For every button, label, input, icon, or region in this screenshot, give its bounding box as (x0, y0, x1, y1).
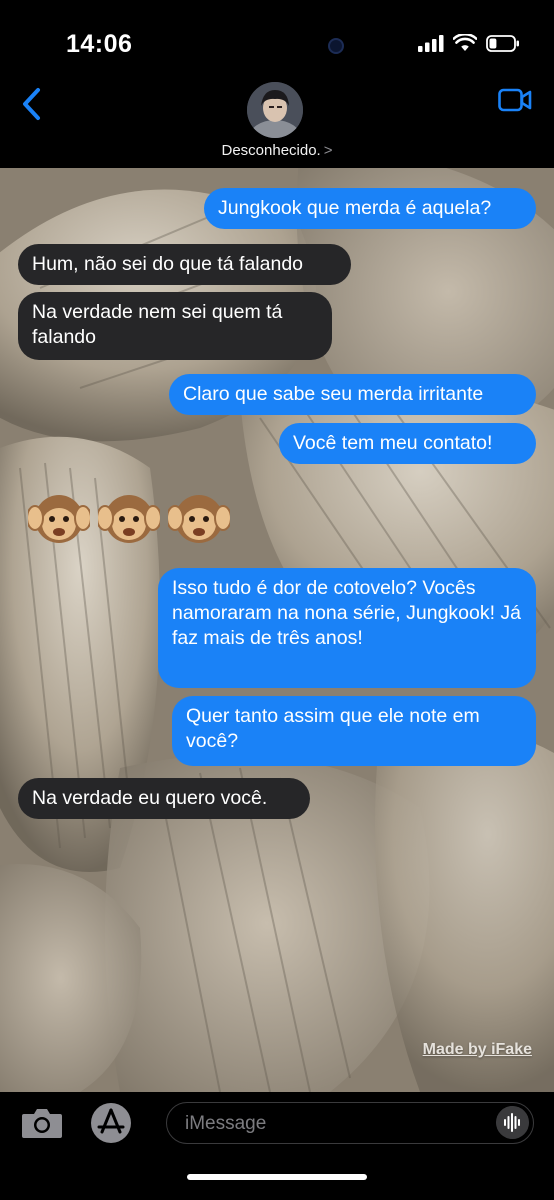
watermark: Made by iFake (422, 1041, 532, 1058)
hear-no-evil-monkey-icon (168, 495, 230, 543)
chevron-right-icon: > (323, 142, 333, 159)
camera-icon[interactable] (20, 1106, 64, 1140)
status-icons (418, 34, 520, 52)
wifi-icon (453, 34, 477, 51)
message-bubble-sent[interactable]: Quer tanto assim que ele note em você? (172, 696, 536, 766)
message-bubble-sent[interactable]: Claro que sabe seu merda irritante (169, 374, 536, 415)
hear-no-evil-monkey-icon (98, 495, 160, 543)
status-time: 14:06 (66, 30, 133, 58)
message-bubble-received[interactable]: Na verdade eu quero você. (18, 778, 310, 819)
home-indicator[interactable] (187, 1174, 367, 1180)
cellular-signal-icon (418, 34, 444, 52)
avatar-photo (247, 82, 303, 138)
message-input-field[interactable] (166, 1102, 534, 1144)
contact-name: Desconhecido. (221, 142, 321, 159)
message-bubble-sent[interactable]: Você tem meu contato! (279, 423, 536, 464)
contact-name-button[interactable]: Desconhecido. > (0, 142, 554, 159)
message-bubble-sent[interactable]: Jungkook que merda é aquela? (204, 188, 536, 229)
messages-screen: 14:06 Desconhecido. > Jungkook que merda… (0, 0, 554, 1200)
battery-icon (486, 34, 519, 52)
back-button[interactable] (18, 86, 48, 122)
message-emoji-received[interactable] (28, 486, 230, 546)
privacy-indicator-icon (328, 38, 344, 54)
avatar[interactable] (247, 82, 303, 138)
message-bubble-received[interactable]: Na verdade nem sei quem tá falando (18, 292, 332, 360)
message-bubble-sent[interactable]: Isso tudo é dor de cotovelo? Vocês namor… (158, 568, 536, 688)
status-bar: 14:06 (0, 0, 554, 80)
video-call-button[interactable] (498, 88, 532, 112)
hear-no-evil-monkey-icon (28, 495, 90, 543)
message-input[interactable] (183, 1103, 487, 1144)
message-thread[interactable]: Jungkook que merda é aquela? Hum, não se… (0, 168, 554, 1092)
app-store-icon[interactable] (90, 1102, 132, 1144)
audio-waveform-icon[interactable] (496, 1106, 529, 1139)
conversation-header: Desconhecido. > (0, 80, 554, 168)
message-composer (0, 1092, 554, 1200)
message-bubble-received[interactable]: Hum, não sei do que tá falando (18, 244, 351, 285)
